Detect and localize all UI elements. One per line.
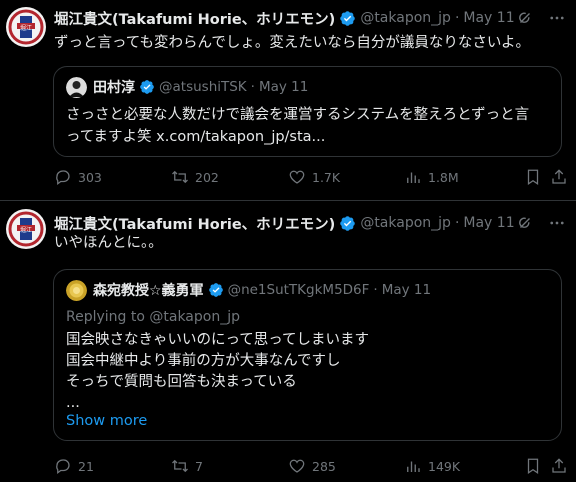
bookmark-button[interactable] — [524, 168, 542, 186]
author-name[interactable]: 堀江貴文(Takafumi Horie、ホリエモン) — [54, 8, 335, 29]
quote-author-name[interactable]: 森宛教授☆義勇軍 — [93, 280, 204, 300]
verified-badge-icon — [340, 10, 356, 26]
quote-text-line: そっちで質問も回答も決まっている — [66, 374, 297, 390]
like-button[interactable]: 1.7K — [288, 168, 340, 186]
quote-avatar[interactable] — [66, 279, 87, 301]
views-count: 1.8M — [428, 169, 459, 185]
author-handle[interactable]: @takapon_jp — [360, 215, 451, 231]
tweet-header: 堀江貴文(Takafumi Horie、ホリエモン) @takapon_jp ·… — [54, 7, 566, 29]
quote-text-line: 国会映さなきゃいいのにって思ってしまいます — [66, 332, 370, 348]
quoted-tweet[interactable]: 森宛教授☆義勇軍 @ne1SutTKgkM5D6F · May 11 Reply… — [53, 269, 562, 441]
share-button[interactable] — [550, 457, 568, 475]
quote-author-handle[interactable]: @ne1SutTKgkM5D6F — [228, 282, 370, 298]
verified-badge-icon — [340, 215, 356, 231]
views-count: 149K — [428, 458, 461, 474]
retweet-button[interactable]: 7 — [171, 457, 203, 475]
like-count: 1.7K — [312, 169, 341, 185]
timeline-feed: 堀江 堀江貴文(Takafumi Horie、ホリエモン) @takapon_j… — [0, 0, 576, 482]
retweet-count: 202 — [195, 169, 219, 185]
more-icon[interactable] — [548, 9, 566, 27]
verified-badge-icon — [208, 283, 223, 297]
tweet-actions: 303 202 1.7K 1.8M — [54, 168, 566, 188]
bookmark-icon — [527, 458, 539, 474]
quote-text-line: ... — [66, 395, 80, 411]
share-icon — [552, 169, 566, 184]
separator-dot: · — [373, 282, 378, 298]
grok-icon[interactable] — [516, 214, 534, 232]
quote-date[interactable]: May 11 — [382, 282, 431, 298]
avatar[interactable]: 堀江 — [6, 209, 46, 249]
avatar[interactable]: 堀江 — [6, 7, 46, 47]
tweet[interactable]: 堀江 堀江貴文(Takafumi Horie、ホリエモン) @takapon_j… — [0, 0, 576, 201]
verified-badge-icon — [140, 80, 154, 94]
quote-text-line: 国会中継中より事前の方が大事なんですし — [66, 353, 341, 369]
like-icon — [289, 459, 305, 473]
quote-text: 国会映さなきゃいいのにって思ってしまいます 国会中継中より事前の方が大事なんです… — [66, 330, 551, 414]
separator-dot: · — [454, 10, 460, 26]
like-count: 285 — [312, 458, 336, 474]
tweet-text: いやほんとに。。 — [54, 235, 163, 251]
like-button[interactable]: 285 — [288, 457, 336, 475]
share-button[interactable] — [550, 168, 568, 186]
share-icon — [552, 458, 566, 473]
reply-icon — [56, 459, 70, 475]
quote-header: 田村淳 @atsushiTSK · May 11 — [66, 76, 551, 98]
views-icon — [407, 172, 420, 183]
author-handle[interactable]: @takapon_jp — [360, 10, 451, 26]
tweet-date[interactable]: May 11 — [463, 10, 514, 26]
quote-date[interactable]: May 11 — [259, 79, 308, 95]
reply-count: 303 — [78, 169, 102, 185]
retweet-button[interactable]: 202 — [171, 168, 219, 186]
show-more-link[interactable]: Show more — [66, 413, 147, 429]
author-name[interactable]: 堀江貴文(Takafumi Horie、ホリエモン) — [54, 213, 335, 234]
replying-to-label: Replying to @takapon_jp — [66, 309, 240, 325]
more-icon[interactable] — [548, 214, 566, 232]
quote-text-line: ってますよ笑 x.com/takapon_jp/sta... — [66, 129, 326, 145]
bookmark-icon — [527, 169, 539, 185]
retweet-icon — [172, 459, 188, 473]
bookmark-button[interactable] — [524, 457, 542, 475]
tweet-header: 堀江貴文(Takafumi Horie、ホリエモン) @takapon_jp ·… — [54, 212, 566, 234]
separator-dot: · — [454, 215, 460, 231]
tweet[interactable]: 堀江 堀江貴文(Takafumi Horie、ホリエモン) @takapon_j… — [0, 201, 576, 482]
reply-icon — [56, 170, 70, 186]
tweet-date[interactable]: May 11 — [463, 215, 514, 231]
avatar-logo-text: 堀江 — [20, 226, 32, 234]
quote-author-handle[interactable]: @atsushiTSK — [159, 79, 247, 95]
retweet-count: 7 — [195, 458, 203, 474]
quote-text: さっさと必要な人数だけで議会を運営するシステムを整えろとずっと言 ってますよ笑 … — [66, 104, 551, 148]
views-button[interactable]: 149K — [404, 457, 460, 475]
quote-avatar[interactable] — [66, 76, 87, 98]
reply-button[interactable]: 21 — [54, 457, 94, 475]
quote-header: 森宛教授☆義勇軍 @ne1SutTKgkM5D6F · May 11 — [66, 279, 551, 301]
avatar-logo-text: 堀江 — [20, 24, 32, 32]
separator-dot: · — [250, 79, 255, 95]
reply-count: 21 — [78, 458, 94, 474]
grok-icon[interactable] — [516, 9, 534, 27]
views-icon — [407, 461, 420, 472]
views-button[interactable]: 1.8M — [404, 168, 459, 186]
quoted-tweet[interactable]: 田村淳 @atsushiTSK · May 11 さっさと必要な人数だけで議会を… — [53, 66, 562, 157]
quote-text-line: さっさと必要な人数だけで議会を運営するシステムを整えろとずっと言 — [66, 107, 530, 123]
retweet-icon — [172, 170, 188, 184]
tweet-actions: 21 7 285 149K — [54, 457, 566, 477]
reply-button[interactable]: 303 — [54, 168, 102, 186]
like-icon — [289, 170, 305, 184]
quote-author-name[interactable]: 田村淳 — [93, 77, 135, 97]
tweet-text: ずっと言っても変わらんでしょ。変えたいなら自分が議員なりなさいよ。 — [54, 35, 531, 51]
